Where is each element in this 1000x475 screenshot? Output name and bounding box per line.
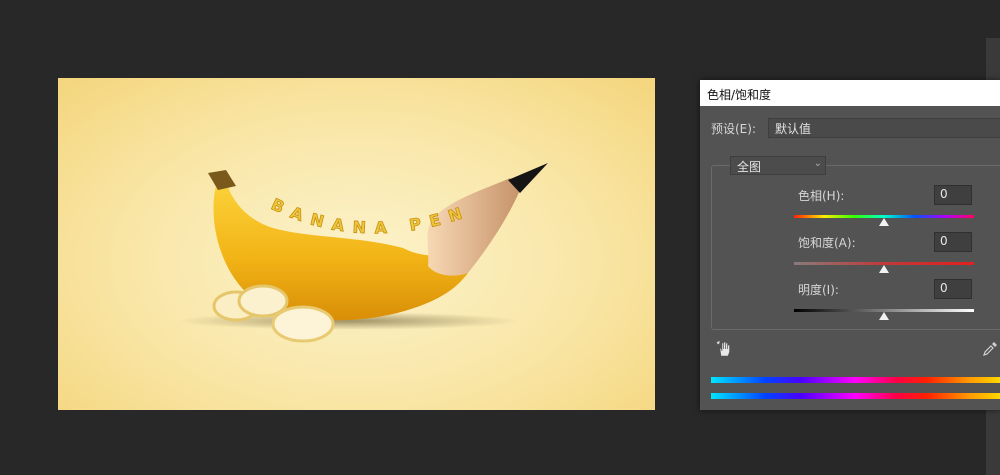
saturation-label: 饱和度(A): <box>798 236 856 250</box>
eyedropper-icon[interactable] <box>982 341 998 357</box>
hue-slider-thumb[interactable] <box>879 218 889 226</box>
hue-label: 色相(H): <box>798 189 845 203</box>
input-color-spectrum-bar <box>711 377 1000 383</box>
channel-dropdown[interactable]: 全图 ⌄ <box>730 156 826 175</box>
banana-stem <box>208 170 236 190</box>
hue-value: 0 <box>940 187 948 201</box>
preset-label: 预设(E): <box>711 122 756 136</box>
saturation-value: 0 <box>940 234 948 248</box>
lightness-value: 0 <box>940 281 948 295</box>
lightness-label: 明度(I): <box>798 283 839 297</box>
dialog-title-bar[interactable]: 色相/饱和度 <box>700 80 1000 106</box>
saturation-input[interactable]: 0 <box>934 232 972 252</box>
preset-value: 默认值 <box>775 122 812 136</box>
channel-value: 全图 <box>737 160 762 174</box>
preset-dropdown[interactable]: 默认值 <box>768 118 1000 138</box>
document-canvas[interactable]: BANANA PEN <box>58 78 655 410</box>
hue-input[interactable]: 0 <box>934 185 972 205</box>
lightness-slider-thumb[interactable] <box>879 312 889 320</box>
banana-pen-artwork: BANANA PEN <box>178 163 548 343</box>
dialog-title: 色相/饱和度 <box>707 88 772 102</box>
banana-slice <box>271 305 335 343</box>
saturation-slider-thumb[interactable] <box>879 265 889 273</box>
output-color-spectrum-bar <box>711 393 1000 399</box>
lightness-input[interactable]: 0 <box>934 279 972 299</box>
chevron-down-icon: ⌄ <box>813 158 822 169</box>
targeted-adjustment-hand-icon[interactable] <box>716 340 734 358</box>
